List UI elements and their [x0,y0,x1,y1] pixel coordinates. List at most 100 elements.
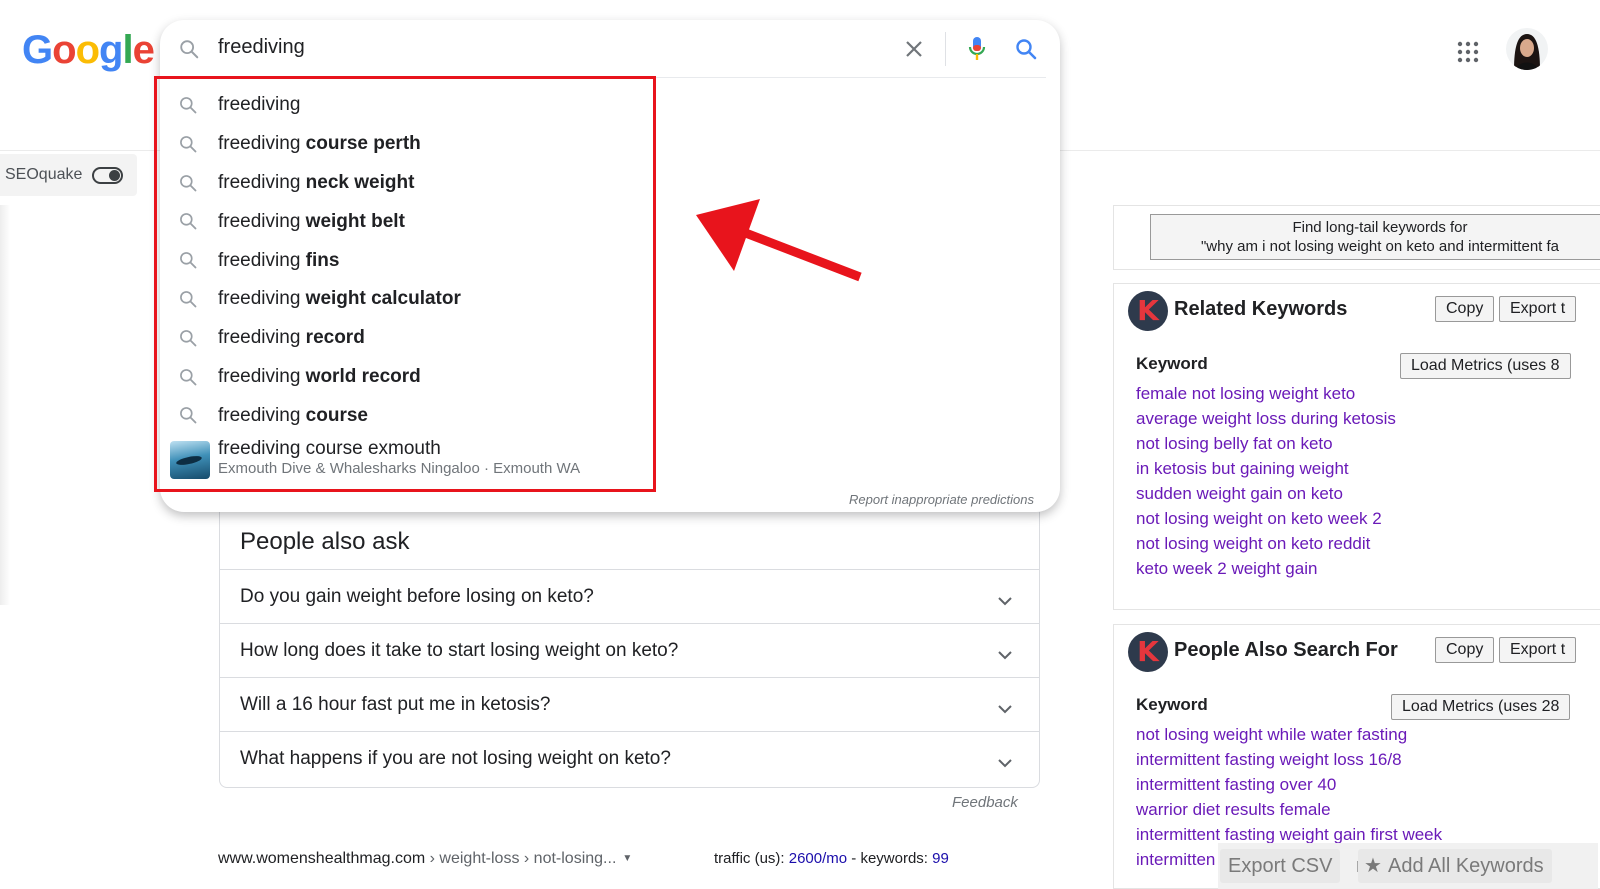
paa-question-text: Will a 16 hour fast put me in ketosis? [240,693,551,715]
suggestion-subtitle: Exmouth Dive & Whalesharks Ningaloo · Ex… [218,460,581,478]
paa-question[interactable]: How long does it take to start losing we… [220,623,1039,677]
find-longtail-line2: "why am i not losing weight on keto and … [1200,238,1559,255]
suggestion-item[interactable]: freediving weight calculator [160,280,1060,319]
keyword-link[interactable]: sudden weight gain on keto [1136,481,1396,506]
keyword-link[interactable]: not losing weight on keto reddit [1136,531,1396,556]
related-keywords-panel: K Related Keywords Copy Export t Keyword… [1113,283,1600,610]
seoquake-toggle[interactable] [92,166,124,184]
left-shade [0,205,10,605]
search-icon [178,173,198,199]
related-keyword-list: female not losing weight keto average we… [1136,381,1396,581]
load-metrics-button[interactable]: Load Metrics (uses 8 [1400,353,1571,379]
chevron-down-icon [997,644,1013,666]
seoquake-label: SEOquake [5,166,83,183]
caret-down-icon[interactable]: ▼ [622,853,632,864]
google-logo[interactable]: Google [22,28,155,73]
red-arrow-icon [696,199,862,282]
avatar[interactable] [1506,28,1548,70]
keyword-link[interactable]: average weight loss during ketosis [1136,406,1396,431]
search-divider [945,32,946,66]
related-keywords-title: Related Keywords [1174,298,1348,320]
suggestion-text: freediving [218,288,306,310]
microphone-icon[interactable] [966,35,988,68]
result-url[interactable]: www.womenshealthmag.com › weight-loss › … [218,850,632,868]
suggestion-completion: fins [305,249,340,271]
suggestion-item[interactable]: freediving [160,86,1060,125]
suggestion-item[interactable]: freediving neck weight [160,164,1060,203]
search-submit-icon[interactable] [1014,37,1038,66]
paa-question-text: How long does it take to start losing we… [240,639,679,661]
suggestion-item[interactable]: freediving world record [160,358,1060,397]
people-also-ask: People also ask Do you gain weight befor… [219,512,1040,788]
suggestion-item[interactable]: freediving course [160,396,1060,435]
logo-letter: o [52,28,76,72]
chevron-down-icon [997,698,1013,720]
search-icon [178,328,198,354]
find-longtail-button[interactable]: Find long-tail keywords for "why am i no… [1150,214,1600,260]
keywords-everywhere-logo: K [1128,632,1168,672]
keyword-link[interactable]: not losing belly fat on keto [1136,431,1396,456]
keyword-link[interactable]: intermittent fasting weight loss 16/8 [1136,747,1442,772]
paa-title: People also ask [240,528,410,555]
logo-letter: g [99,28,123,72]
suggestion-item[interactable]: freediving weight belt [160,202,1060,241]
add-all-keywords-button[interactable]: ★ Add All Keywords [1358,849,1552,883]
suggestion-completion: world record [305,365,421,387]
traffic-label: traffic (us): [714,850,789,867]
keywords-everywhere-logo: K [1128,291,1168,331]
suggestion-item[interactable]: freediving fins [160,241,1060,280]
paa-question[interactable]: Do you gain weight before losing on keto… [220,569,1039,623]
keyword-link[interactable]: warrior diet results female [1136,797,1442,822]
keyword-link[interactable]: not losing weight while water fasting [1136,722,1442,747]
traffic-value[interactable]: 2600/mo [789,850,847,867]
search-row-separator [174,77,1046,78]
paa-question[interactable]: Will a 16 hour fast put me in ketosis? [220,677,1039,731]
chevron-down-icon [997,590,1013,612]
keywords-label: - keywords: [847,850,933,867]
export-button[interactable]: Export t [1499,637,1577,663]
keyword-column-header: Keyword [1136,354,1208,373]
search-input[interactable]: freediving [218,36,305,59]
suggestion-text: freediving [218,404,306,426]
keyword-link[interactable]: keto week 2 weight gain [1136,556,1396,581]
search-autocomplete: freediving freediving freediving course … [160,20,1060,512]
keyword-link[interactable]: in ketosis but gaining weight [1136,456,1396,481]
suggestion-completion: course perth [305,133,421,155]
paa-question[interactable]: What happens if you are not losing weigh… [220,731,1039,785]
export-csv-button[interactable]: Export CSV [1220,849,1341,883]
export-button[interactable]: Export t [1499,296,1577,322]
result-site: www.womenshealthmag.com [218,850,426,867]
search-icon [178,367,198,393]
suggestion-text: freediving [218,133,306,155]
keyword-link[interactable]: intermittent fasting over 40 [1136,772,1442,797]
apps-grid-icon[interactable] [1456,40,1480,69]
suggestion-completion: course [305,404,368,426]
search-icon [178,134,198,160]
report-predictions-link[interactable]: Report inappropriate predictions [849,492,1034,507]
chevron-down-icon [997,752,1013,774]
search-icon [178,211,198,237]
suggestion-text: freediving [218,249,306,271]
keyword-link[interactable]: female not losing weight keto [1136,381,1396,406]
keyword-link[interactable]: not losing weight on keto week 2 [1136,506,1396,531]
clear-icon[interactable] [902,37,926,66]
suggestion-text: freediving [218,327,306,349]
people-also-search-title: People Also Search For [1174,639,1398,661]
logo-letter: l [122,28,133,72]
seoquake-toggle-bar: SEOquake [0,154,137,196]
load-metrics-button[interactable]: Load Metrics (uses 28 [1391,694,1571,720]
suggestion-text: freediving [218,94,301,116]
suggestion-item-place[interactable]: freediving course exmouth Exmouth Dive &… [160,435,1060,481]
find-longtail-line1: Find long-tail keywords for [1292,219,1468,236]
feedback-link[interactable]: Feedback [952,794,1018,811]
suggestion-completion: weight calculator [305,288,461,310]
copy-button[interactable]: Copy [1435,637,1495,663]
suggestion-item[interactable]: freediving course perth [160,125,1060,164]
keyword-action-bar: Export CSV n ★Add All Keywords [1218,843,1598,889]
suggestion-completion: neck weight [305,171,415,193]
search-icon [178,38,200,65]
suggestion-item[interactable]: freediving record [160,319,1060,358]
copy-button[interactable]: Copy [1435,296,1495,322]
logo-letter: e [132,28,155,72]
keywords-value[interactable]: 99 [932,850,949,867]
